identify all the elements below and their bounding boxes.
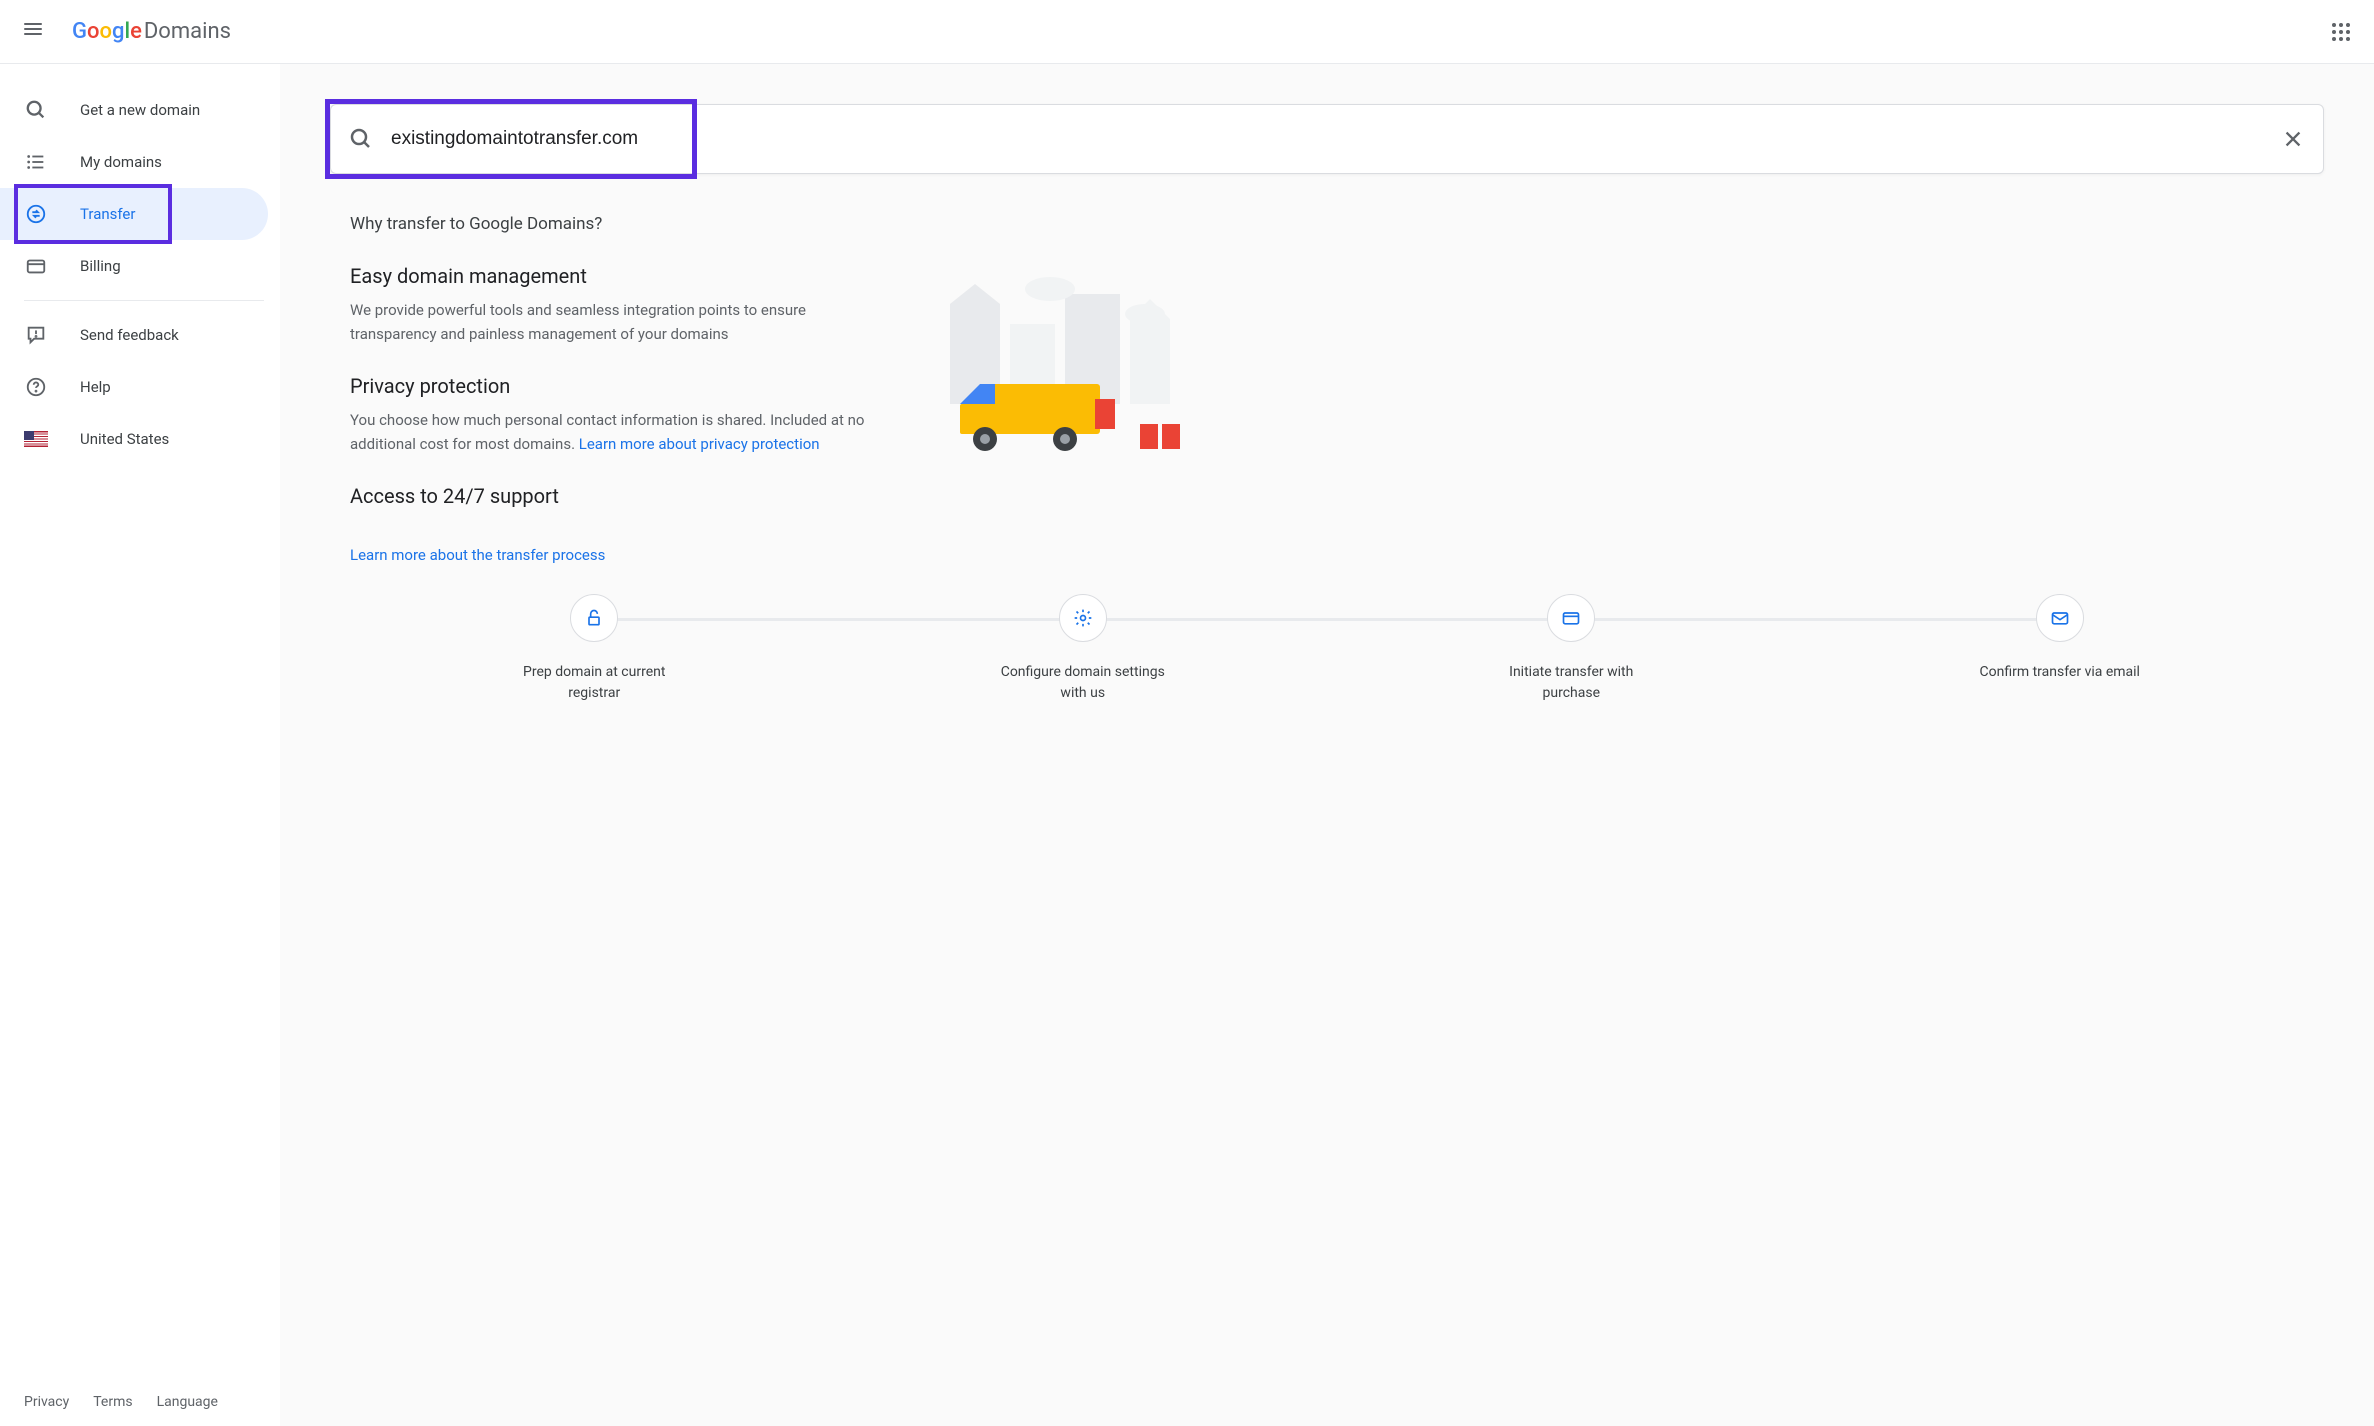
unlock-icon	[570, 594, 618, 642]
sidebar-item-label: United States	[80, 430, 169, 448]
sidebar-item-help[interactable]: Help	[0, 361, 268, 413]
illustration	[930, 264, 1210, 464]
feature-desc: You choose how much personal contact inf…	[350, 408, 890, 456]
sidebar-item-my-domains[interactable]: My domains	[0, 136, 268, 188]
help-icon	[24, 375, 48, 399]
feature-support: Access to 24/7 support	[350, 484, 890, 508]
footer-links: Privacy Terms Language	[0, 1378, 280, 1426]
sidebar-item-label: Get a new domain	[80, 101, 200, 119]
feature-title: Easy domain management	[350, 264, 890, 288]
sidebar-item-transfer[interactable]: Transfer	[0, 188, 268, 240]
privacy-link[interactable]: Learn more about privacy protection	[579, 435, 820, 453]
feature-easy-management: Easy domain management We provide powerf…	[350, 264, 890, 346]
sidebar-item-billing[interactable]: Billing	[0, 240, 268, 292]
product-name: Domains	[144, 19, 231, 44]
gear-icon	[1059, 594, 1107, 642]
search-icon	[331, 127, 391, 151]
card-icon	[24, 254, 48, 278]
sidebar-item-label: Billing	[80, 257, 121, 275]
section-title: Why transfer to Google Domains?	[350, 214, 2304, 234]
step-prep: Prep domain at current registrar	[350, 594, 839, 704]
step-label: Prep domain at current registrar	[504, 662, 684, 704]
logo[interactable]: Google Domains	[72, 19, 231, 44]
steps-row: Prep domain at current registrar Configu…	[350, 594, 2304, 704]
step-confirm: Confirm transfer via email	[1816, 594, 2305, 683]
topbar: Google Domains	[0, 0, 2374, 64]
search-icon	[24, 98, 48, 122]
content: Why transfer to Google Domains? Easy dom…	[330, 174, 2324, 704]
sidebar-item-label: Help	[80, 378, 111, 396]
clear-icon[interactable]	[2263, 128, 2323, 150]
hamburger-menu-icon[interactable]	[16, 12, 56, 52]
step-label: Confirm transfer via email	[1980, 662, 2140, 683]
sidebar: Get a new domain My domains Transfer Bil…	[0, 64, 280, 1426]
feature-title: Access to 24/7 support	[350, 484, 890, 508]
learn-more-link[interactable]: Learn more about the transfer process	[350, 546, 605, 564]
sidebar-item-label: Transfer	[80, 205, 135, 223]
search-box	[330, 104, 2324, 174]
transfer-icon	[24, 202, 48, 226]
layout: Get a new domain My domains Transfer Bil…	[0, 64, 2374, 1426]
sidebar-item-get-domain[interactable]: Get a new domain	[0, 84, 268, 136]
apps-grid-icon[interactable]	[2324, 15, 2358, 49]
footer-language[interactable]: Language	[157, 1394, 218, 1410]
feedback-icon	[24, 323, 48, 347]
feature-title: Privacy protection	[350, 374, 890, 398]
sidebar-item-country[interactable]: United States	[0, 413, 268, 465]
main: Why transfer to Google Domains? Easy dom…	[280, 64, 2374, 1426]
sidebar-item-feedback[interactable]: Send feedback	[0, 309, 268, 361]
step-configure: Configure domain settings with us	[839, 594, 1328, 704]
topbar-left: Google Domains	[16, 12, 231, 52]
card-icon	[1547, 594, 1595, 642]
step-initiate: Initiate transfer with purchase	[1327, 594, 1816, 704]
domain-search-input[interactable]	[391, 128, 2263, 150]
step-label: Initiate transfer with purchase	[1481, 662, 1661, 704]
footer-terms[interactable]: Terms	[93, 1394, 132, 1410]
step-label: Configure domain settings with us	[993, 662, 1173, 704]
mail-icon	[2036, 594, 2084, 642]
flag-icon	[24, 427, 48, 451]
sidebar-item-label: My domains	[80, 153, 162, 171]
list-icon	[24, 150, 48, 174]
feature-desc: We provide powerful tools and seamless i…	[350, 298, 890, 346]
sidebar-item-label: Send feedback	[80, 326, 179, 344]
footer-privacy[interactable]: Privacy	[24, 1394, 69, 1410]
feature-privacy: Privacy protection You choose how much p…	[350, 374, 890, 456]
divider	[24, 300, 264, 301]
